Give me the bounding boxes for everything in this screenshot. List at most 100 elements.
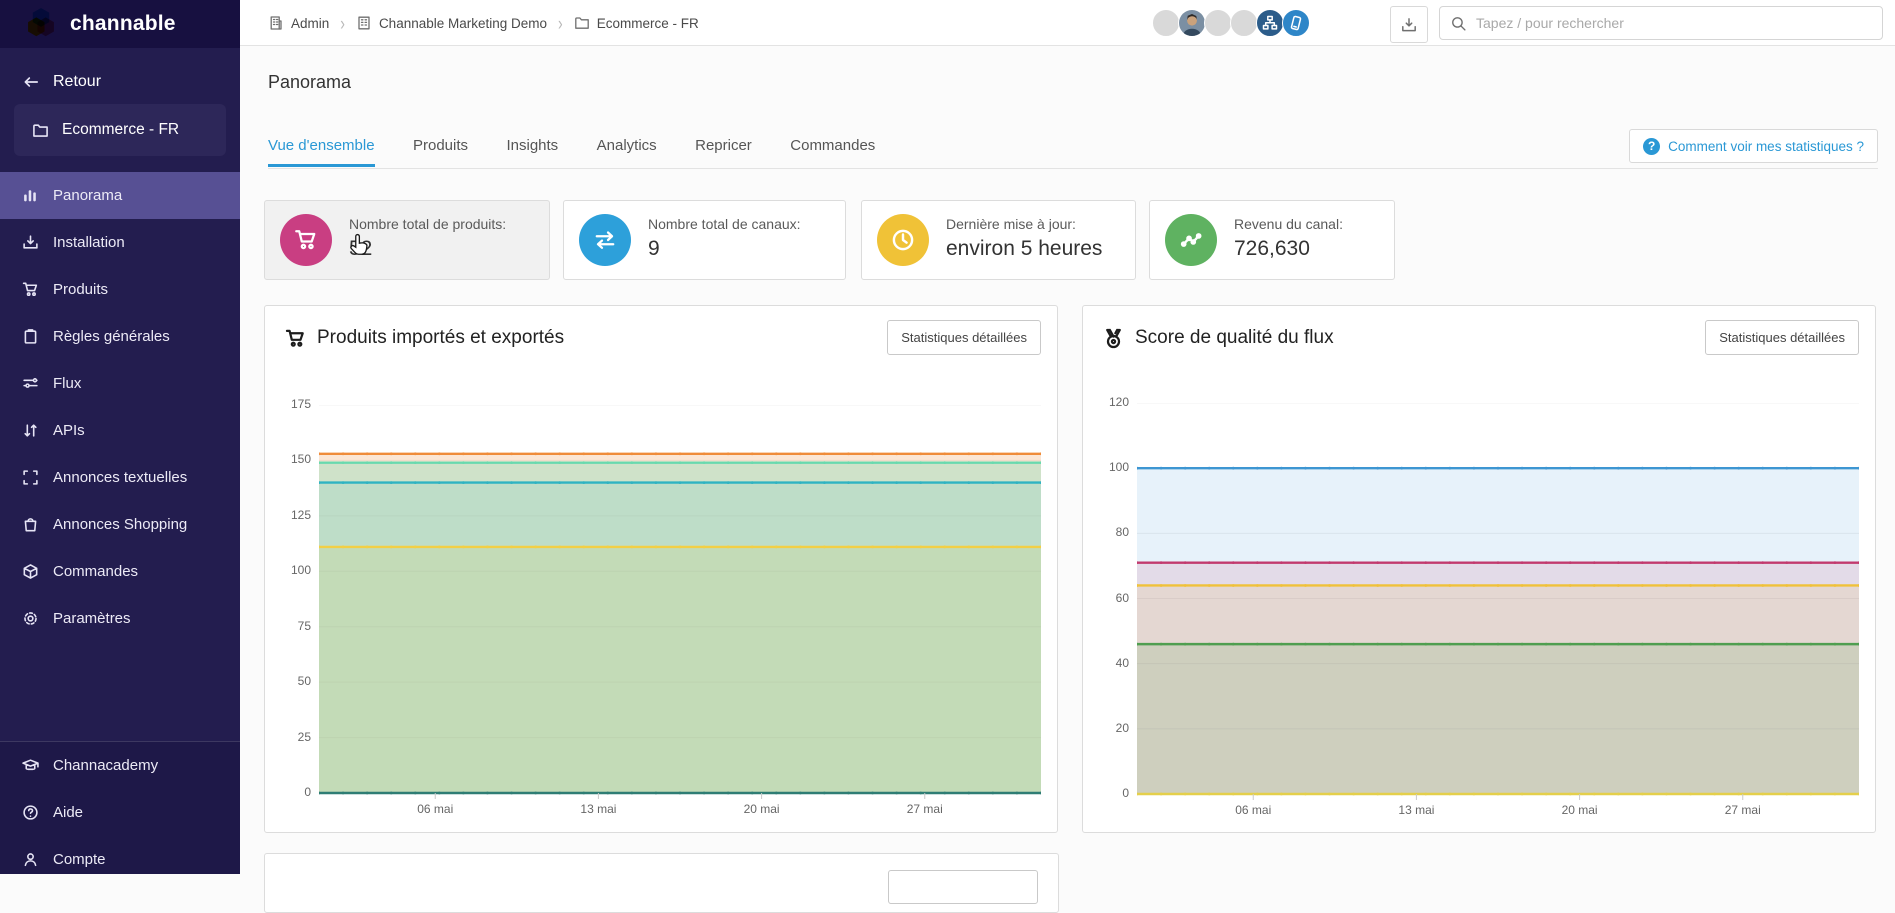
breadcrumb-company[interactable]: Channable Marketing Demo [356,15,547,31]
trend-up-icon-circle [1165,214,1217,266]
breadcrumb-separator: › [558,11,563,35]
stat-card-total-channels[interactable]: Nombre total de canaux: 9 [563,200,846,280]
page-title: Panorama [268,72,352,92]
building-icon [270,16,282,30]
sidebar-item-parametres[interactable]: Paramètres [0,595,240,642]
sidebar-item-produits[interactable]: Produits [0,266,240,313]
tab-produits[interactable]: Produits [413,137,468,166]
package-icon [23,564,38,579]
user-icon [24,853,37,867]
sidebar-item-panorama[interactable]: Panorama [0,172,240,219]
phone-icon [1290,15,1302,31]
sidebar-item-label: Annonces textuelles [53,469,188,486]
avatar-placeholder[interactable] [1230,9,1258,37]
help-button-label: Comment voir mes statistiques ? [1668,138,1864,154]
help-statistics-button[interactable]: ? Comment voir mes statistiques ? [1629,129,1878,163]
sidebar-item-flux[interactable]: Flux [0,360,240,407]
stat-label: Revenu du canal: [1234,216,1343,232]
search-icon [1452,17,1466,31]
avatar-placeholder[interactable] [1152,9,1180,37]
tab-insights[interactable]: Insights [506,137,558,166]
x-axis-tick-label: 06 mai [1235,803,1272,817]
stat-label: Dernière mise à jour: [946,216,1076,232]
project-label: Ecommerce - FR [62,121,180,138]
sidebar-item-annonces-shopping[interactable]: Annonces Shopping [0,501,240,548]
back-label: Retour [53,73,102,90]
quality-chart-plot [1137,403,1859,800]
cart-icon-circle [280,214,332,266]
bar-chart-icon [24,190,36,202]
y-axis-tick-label: 80 [1115,525,1129,540]
sidebar-project-ecommerce-fr[interactable]: Ecommerce - FR [14,104,226,156]
avatar-placeholder[interactable] [1204,9,1232,37]
sidebar-item-label: Paramètres [53,610,131,627]
sidebar-item-label: Produits [53,281,109,298]
sidebar-item-commandes[interactable]: Commandes [0,548,240,595]
tab-repricer[interactable]: Repricer [695,137,752,166]
download-button[interactable] [1390,6,1428,43]
avatar-group [1152,9,1310,37]
main-content: Panorama Vue d'ensemble Produits Insight… [240,46,1895,913]
breadcrumb-label: Admin [291,15,330,31]
gear-icon [24,612,37,625]
sidebar-bottom-section: Channacademy Aide Compte [0,741,240,874]
breadcrumb-admin[interactable]: Admin [268,15,329,31]
sidebar-item-aide[interactable]: Aide [0,789,240,836]
arrow-left-icon [24,77,39,87]
sidebar-item-label: Installation [53,234,125,251]
chart-title: Score de qualité du flux [1103,327,1334,349]
sidebar-item-installation[interactable]: Installation [0,219,240,266]
y-axis-tick-label: 60 [1115,590,1129,605]
logo-text: channable [70,12,176,35]
detailed-statistics-button[interactable] [888,870,1038,904]
sidebar-item-channacademy[interactable]: Channacademy [0,742,240,789]
search-input[interactable] [1439,6,1883,40]
detailed-statistics-button[interactable]: Statistiques détaillées [887,320,1041,355]
stat-card-channel-revenue[interactable]: Revenu du canal: 726,630 [1149,200,1395,280]
sidebar-item-apis[interactable]: APIs [0,407,240,454]
y-axis-tick-label: 0 [304,785,311,799]
trend-up-icon [1180,233,1202,247]
swap-arrows-icon [595,231,615,249]
tab-analytics[interactable]: Analytics [597,137,657,166]
clock-icon [892,229,914,251]
breadcrumb-label: Channable Marketing Demo [378,15,548,31]
sidebar-item-regles-generales[interactable]: Règles générales [0,313,240,360]
corner-brackets-icon [23,470,38,485]
x-axis-tick-label: 27 mai [1724,803,1761,817]
question-circle-icon: ? [1643,137,1661,155]
sidebar-item-label: APIs [53,422,85,439]
back-button[interactable]: Retour [0,66,240,98]
sidebar-item-compte[interactable]: Compte [0,836,240,883]
tab-commandes[interactable]: Commandes [790,137,875,166]
x-axis-tick-label: 20 mai [743,802,780,816]
clipboard-icon [24,329,37,344]
sidebar-item-label: Aide [53,804,84,821]
channable-logo[interactable]: channable [0,0,240,48]
sidebar-item-label: Flux [53,375,82,392]
avatar-sitemap[interactable] [1256,9,1284,37]
detailed-statistics-button[interactable]: Statistiques détaillées [1705,320,1859,355]
graduation-cap-icon [22,759,39,771]
breadcrumb-label: Ecommerce - FR [596,15,699,31]
avatar-photo-image [1179,10,1205,36]
avatar-device[interactable] [1282,9,1310,37]
y-axis-tick-label: 120 [1108,395,1129,409]
x-axis-tick-label: 13 mai [580,802,617,816]
stat-card-total-products[interactable]: Nombre total de produits: 52 [264,200,550,280]
swap-arrows-icon-circle [579,214,631,266]
avatar-photo[interactable] [1178,9,1206,37]
chart-title-label: Score de qualité du flux [1135,327,1334,348]
sidebar-item-label: Annonces Shopping [53,516,188,533]
breadcrumb-project[interactable]: Ecommerce - FR [574,15,699,31]
cart-icon [22,282,38,297]
sidebar-item-label: Commandes [53,563,139,580]
sidebar-item-annonces-textuelles[interactable]: Annonces textuelles [0,454,240,501]
download-icon [1402,17,1416,31]
sidebar-item-label: Panorama [53,187,123,204]
y-axis-tick-label: 75 [297,618,311,633]
stat-value: 9 [648,237,660,260]
tab-vue-densemble[interactable]: Vue d'ensemble [268,137,375,167]
stat-card-last-update[interactable]: Dernière mise à jour: environ 5 heures [861,200,1136,280]
sliders-icon [23,378,38,388]
